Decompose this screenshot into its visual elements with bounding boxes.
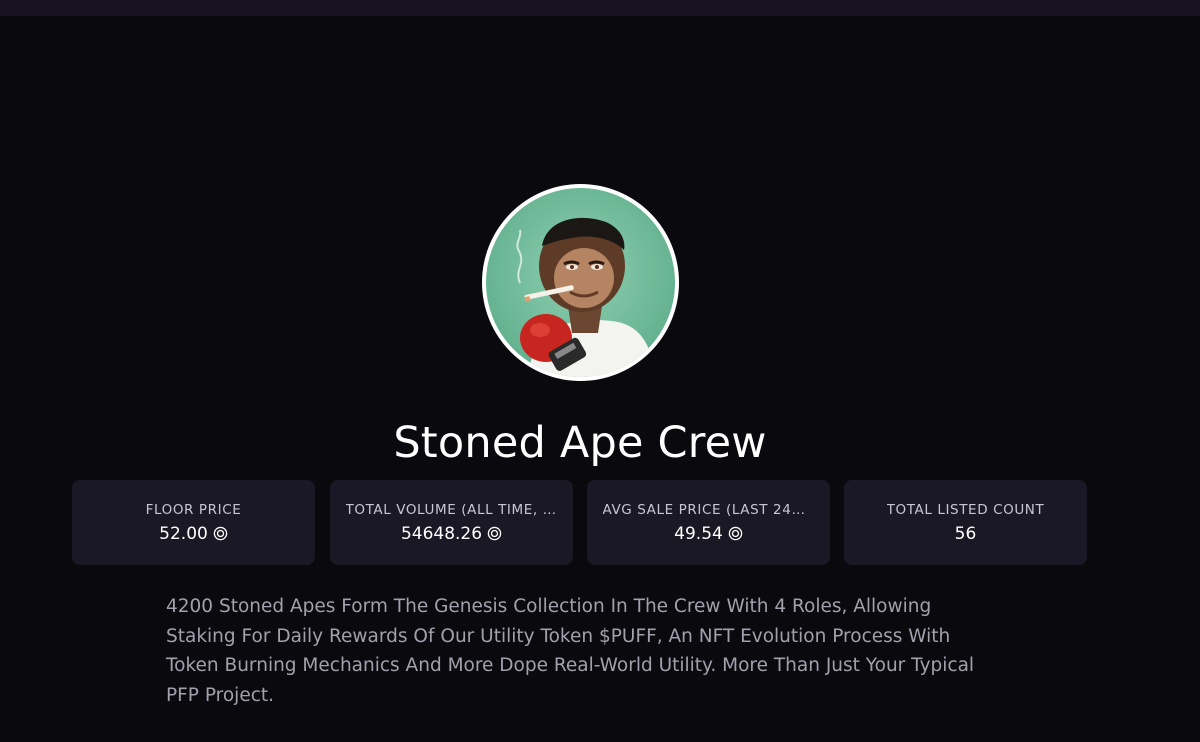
- sol-coin-icon: [487, 526, 502, 541]
- top-nav-bar: [0, 0, 1200, 16]
- sol-coin-icon: [728, 526, 743, 541]
- stat-label: TOTAL VOLUME (ALL TIME, SOL): [345, 501, 558, 518]
- stat-card-total-volume: TOTAL VOLUME (ALL TIME, SOL) 54648.26: [330, 480, 573, 565]
- collection-avatar: [482, 184, 679, 381]
- stat-label: FLOOR PRICE: [145, 501, 242, 518]
- stat-value: 56: [954, 523, 977, 544]
- sol-coin-icon: [213, 526, 228, 541]
- stat-value: 52.00: [159, 523, 208, 544]
- stat-card-avg-sale-price: AVG SALE PRICE (LAST 24HR) 49.54: [587, 480, 830, 565]
- ape-avatar-image: [486, 188, 675, 377]
- collection-description: 4200 Stoned Apes Form The Genesis Collec…: [166, 596, 975, 706]
- collection-title: Stoned Ape Crew: [393, 418, 767, 468]
- stat-card-floor-price: FLOOR PRICE 52.00: [72, 480, 315, 565]
- stat-card-total-listed: TOTAL LISTED COUNT 56: [844, 480, 1087, 565]
- stat-label: TOTAL LISTED COUNT: [886, 501, 1045, 518]
- stats-row: FLOOR PRICE 52.00 TOTAL VOLUME (ALL TIME…: [72, 480, 1087, 565]
- stat-label: AVG SALE PRICE (LAST 24HR): [602, 501, 815, 518]
- stat-value: 49.54: [674, 523, 723, 544]
- stat-value: 54648.26: [400, 523, 483, 544]
